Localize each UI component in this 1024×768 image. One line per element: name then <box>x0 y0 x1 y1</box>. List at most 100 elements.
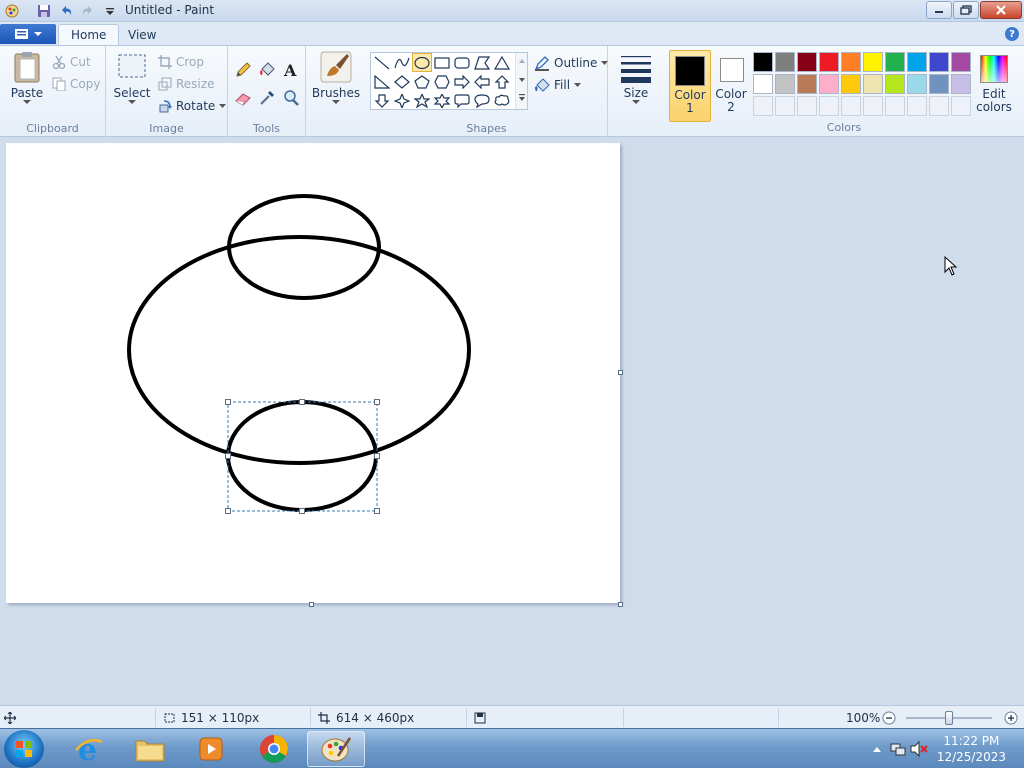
text-icon[interactable]: A <box>280 59 302 81</box>
canvas-resize-handle-right[interactable] <box>618 370 623 375</box>
palette-color-swatch[interactable] <box>775 74 795 94</box>
save-icon[interactable] <box>34 1 54 21</box>
down-arrow-shape-icon[interactable] <box>372 91 392 110</box>
color1-button[interactable]: Color 1 <box>669 50 711 122</box>
palette-custom-slot[interactable] <box>775 96 795 116</box>
zoom-out-button[interactable] <box>882 709 896 727</box>
canvas-workspace[interactable] <box>0 137 1024 705</box>
tab-home[interactable]: Home <box>58 24 120 45</box>
hexagon-shape-icon[interactable] <box>432 72 452 91</box>
paint-taskbar-button[interactable] <box>307 731 365 767</box>
palette-color-swatch[interactable] <box>885 52 905 72</box>
diamond-shape-icon[interactable] <box>392 72 412 91</box>
redo-icon[interactable] <box>78 1 98 21</box>
file-explorer-taskbar-button[interactable] <box>121 731 179 767</box>
pencil-icon[interactable] <box>232 59 254 81</box>
palette-color-swatch[interactable] <box>929 74 949 94</box>
six-point-star-shape-icon[interactable] <box>432 91 452 110</box>
canvas-resize-handle-bottom[interactable] <box>309 602 314 607</box>
brushes-button[interactable]: Brushes <box>312 50 360 105</box>
rectangle-shape-icon[interactable] <box>432 53 452 72</box>
curve-shape-icon[interactable] <box>392 53 412 72</box>
four-point-star-shape-icon[interactable] <box>392 91 412 110</box>
palette-color-swatch[interactable] <box>863 74 883 94</box>
palette-custom-slot[interactable] <box>797 96 817 116</box>
fill-button[interactable]: Fill <box>534 75 582 95</box>
chrome-taskbar-button[interactable] <box>245 731 303 767</box>
rotate-button[interactable]: Rotate <box>158 96 227 116</box>
internet-explorer-taskbar-button[interactable]: e <box>60 731 118 767</box>
restore-button[interactable] <box>953 1 979 19</box>
palette-custom-slot[interactable] <box>951 96 971 116</box>
cut-button[interactable]: Cut <box>52 52 91 72</box>
palette-color-swatch[interactable] <box>841 52 861 72</box>
palette-custom-slot[interactable] <box>841 96 861 116</box>
shapes-gallery-scroll[interactable] <box>515 53 527 109</box>
palette-color-swatch[interactable] <box>819 74 839 94</box>
clock[interactable]: 11:22 PM 12/25/2023 <box>937 733 1006 765</box>
palette-color-swatch[interactable] <box>907 74 927 94</box>
palette-color-swatch[interactable] <box>841 74 861 94</box>
palette-color-swatch[interactable] <box>775 52 795 72</box>
palette-custom-slot[interactable] <box>929 96 949 116</box>
eraser-icon[interactable] <box>232 87 254 109</box>
palette-color-swatch[interactable] <box>907 52 927 72</box>
palette-custom-slot[interactable] <box>819 96 839 116</box>
five-point-star-shape-icon[interactable] <box>412 91 432 110</box>
triangle-shape-icon[interactable] <box>492 53 512 72</box>
resize-button[interactable]: Resize <box>158 74 214 94</box>
volume-muted-icon[interactable] <box>910 740 928 760</box>
edit-colors-button[interactable]: Edit colors <box>976 50 1012 122</box>
color-picker-icon[interactable] <box>256 87 278 109</box>
show-hidden-icons-icon[interactable] <box>872 743 882 756</box>
palette-color-swatch[interactable] <box>753 74 773 94</box>
palette-custom-slot[interactable] <box>907 96 927 116</box>
undo-icon[interactable] <box>56 1 76 21</box>
paste-button[interactable]: Paste <box>8 50 46 105</box>
tab-view[interactable]: View <box>116 24 168 45</box>
palette-color-swatch[interactable] <box>929 52 949 72</box>
right-triangle-shape-icon[interactable] <box>372 72 392 91</box>
canvas-resize-handle-corner[interactable] <box>618 602 623 607</box>
paint-app-icon[interactable] <box>2 1 22 21</box>
fill-bucket-icon[interactable] <box>256 59 278 81</box>
network-icon[interactable] <box>890 741 906 760</box>
rounded-callout-shape-icon[interactable] <box>452 91 472 110</box>
select-button[interactable]: Select <box>113 50 151 105</box>
drawing-canvas[interactable] <box>6 143 620 603</box>
media-player-taskbar-button[interactable] <box>182 731 240 767</box>
line-shape-icon[interactable] <box>372 53 392 72</box>
palette-custom-slot[interactable] <box>863 96 883 116</box>
zoom-slider-thumb[interactable] <box>945 711 953 725</box>
paint-menu-button[interactable] <box>0 24 56 44</box>
customize-toolbar-icon[interactable] <box>100 1 120 21</box>
left-arrow-shape-icon[interactable] <box>472 72 492 91</box>
color2-button[interactable]: Color 2 <box>712 50 750 122</box>
palette-color-swatch[interactable] <box>863 52 883 72</box>
palette-color-swatch[interactable] <box>951 74 971 94</box>
zoom-in-button[interactable] <box>1004 709 1018 727</box>
palette-color-swatch[interactable] <box>819 52 839 72</box>
up-arrow-shape-icon[interactable] <box>492 72 512 91</box>
oval-callout-shape-icon[interactable] <box>472 91 492 110</box>
start-button[interactable] <box>4 730 44 768</box>
copy-button[interactable]: Copy <box>52 74 100 94</box>
palette-color-swatch[interactable] <box>797 74 817 94</box>
oval-shape-icon[interactable] <box>412 53 432 72</box>
polygon-shape-icon[interactable] <box>472 53 492 72</box>
magnifier-icon[interactable] <box>280 87 302 109</box>
rounded-rectangle-shape-icon[interactable] <box>452 53 472 72</box>
zoom-slider[interactable] <box>906 709 992 727</box>
size-button[interactable]: Size <box>616 50 656 105</box>
outline-button[interactable]: Outline <box>534 53 609 73</box>
palette-color-swatch[interactable] <box>885 74 905 94</box>
palette-color-swatch[interactable] <box>951 52 971 72</box>
palette-custom-slot[interactable] <box>753 96 773 116</box>
crop-button[interactable]: Crop <box>158 52 204 72</box>
right-arrow-shape-icon[interactable] <box>452 72 472 91</box>
palette-color-swatch[interactable] <box>753 52 773 72</box>
close-button[interactable] <box>980 1 1022 19</box>
minimize-button[interactable] <box>926 1 952 19</box>
palette-color-swatch[interactable] <box>797 52 817 72</box>
pentagon-shape-icon[interactable] <box>412 72 432 91</box>
